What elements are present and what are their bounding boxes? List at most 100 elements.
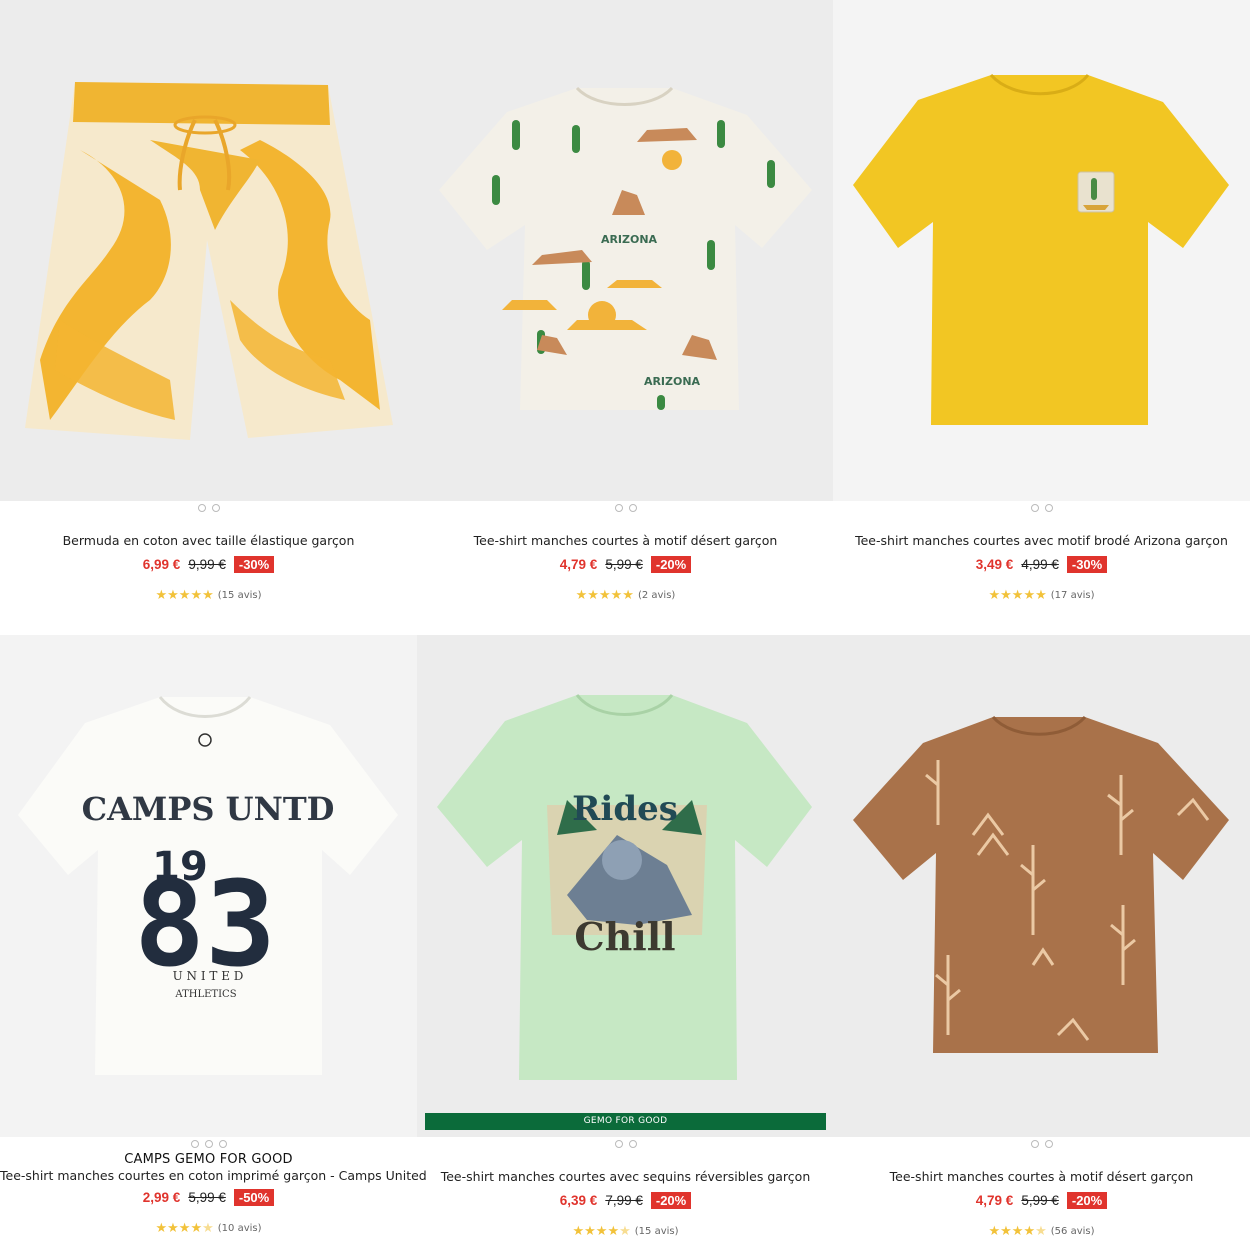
product-title[interactable]: Bermuda en coton avec taille élastique g… xyxy=(0,533,417,548)
rating[interactable]: ★★★★★ (10 avis) xyxy=(0,1221,417,1236)
star-rating-icon: ★★★★★ xyxy=(988,1224,1047,1239)
rating[interactable]: ★★★★★ (56 avis) xyxy=(833,1224,1250,1239)
product-title[interactable]: Tee-shirt manches courtes à motif désert… xyxy=(833,1169,1250,1184)
product-image[interactable] xyxy=(0,0,417,501)
star-rating-icon: ★★★★★ xyxy=(155,1221,214,1236)
carousel-dot[interactable] xyxy=(1030,504,1039,512)
product-card[interactable]: Tee-shirt manches courtes à motif désert… xyxy=(833,635,1250,1239)
price-row: 3,49 € 4,99 € -30% xyxy=(833,554,1250,574)
product-card[interactable]: Tee-shirt manches courtes avec motif bro… xyxy=(833,0,1250,635)
old-price: 7,99 € xyxy=(605,1192,643,1208)
current-price: 6,99 € xyxy=(142,556,181,572)
review-count: (17 avis) xyxy=(1050,590,1095,601)
carousel-dots[interactable] xyxy=(833,1140,1250,1148)
product-card[interactable]: Bermuda en coton avec taille élastique g… xyxy=(0,0,417,635)
carousel-dot[interactable] xyxy=(218,1140,227,1148)
carousel-dot[interactable] xyxy=(1030,1140,1039,1148)
price-row: 4,79 € 5,99 € -20% xyxy=(417,554,834,574)
carousel-dot[interactable] xyxy=(197,504,206,512)
price-row: 6,99 € 9,99 € -30% xyxy=(0,554,417,574)
rating[interactable]: ★★★★★ (15 avis) xyxy=(417,1224,834,1239)
product-brand: CAMPS GEMO FOR GOOD xyxy=(124,1152,293,1167)
product-image[interactable] xyxy=(833,0,1250,501)
old-price: 5,99 € xyxy=(605,556,643,572)
product-info: Tee-shirt manches courtes avec motif bro… xyxy=(833,533,1250,603)
carousel-dot[interactable] xyxy=(628,504,637,512)
current-price: 6,39 € xyxy=(559,1192,598,1208)
carousel-dot[interactable] xyxy=(211,504,220,512)
product-card[interactable]: CAMPS UNTD 19 83 U N I T E D ATHLETICS C… xyxy=(0,635,427,1239)
carousel-dot[interactable] xyxy=(190,1140,199,1148)
old-price: 9,99 € xyxy=(188,556,226,572)
discount-badge: -30% xyxy=(1066,555,1108,573)
carousel-dots[interactable] xyxy=(0,1140,417,1148)
discount-badge: -20% xyxy=(650,555,692,573)
carousel-dots[interactable] xyxy=(417,1140,834,1148)
current-price: 4,79 € xyxy=(559,556,598,572)
product-title[interactable]: Tee-shirt manches courtes en coton impri… xyxy=(0,1168,427,1183)
tshirt-illustration: CAMPS UNTD 19 83 U N I T E D ATHLETICS xyxy=(18,696,398,1075)
product-image[interactable]: CAMPS UNTD 19 83 U N I T E D ATHLETICS xyxy=(0,635,417,1137)
product-info: Tee-shirt manches courtes à motif désert… xyxy=(833,1169,1250,1239)
star-rating-icon: ★★★★★ xyxy=(575,588,634,603)
review-count: (2 avis) xyxy=(637,590,676,601)
discount-badge: -30% xyxy=(233,555,275,573)
star-rating-icon: ★★★★★ xyxy=(155,588,214,603)
tshirt-illustration xyxy=(853,73,1229,425)
print-text: Rides xyxy=(572,789,678,829)
shorts-illustration xyxy=(25,82,393,440)
print-text: CAMPS UNTD xyxy=(82,790,335,828)
tshirt-illustration: ARIZONA ARIZONA xyxy=(439,86,812,410)
carousel-dots[interactable] xyxy=(417,504,834,512)
print-text: ATHLETICS xyxy=(174,989,236,1000)
review-count: (15 avis) xyxy=(634,1226,679,1237)
price-row: 4,79 € 5,99 € -20% xyxy=(833,1190,1250,1210)
product-title[interactable]: Tee-shirt manches courtes à motif désert… xyxy=(417,533,834,548)
carousel-dot[interactable] xyxy=(628,1140,637,1148)
rating[interactable]: ★★★★★ (15 avis) xyxy=(0,588,417,603)
tshirt-illustration: Rides Chill xyxy=(437,694,812,1080)
rating[interactable]: ★★★★★ (2 avis) xyxy=(417,588,834,603)
carousel-dots[interactable] xyxy=(0,504,417,512)
product-info: CAMPS GEMO FOR GOOD Tee-shirt manches co… xyxy=(0,1152,427,1236)
review-count: (15 avis) xyxy=(217,590,262,601)
product-image[interactable]: Rides Chill GEMO FOR GOOD xyxy=(417,635,834,1137)
discount-badge: -20% xyxy=(650,1191,692,1209)
review-count: (56 avis) xyxy=(1050,1226,1095,1237)
carousel-dot[interactable] xyxy=(614,1140,623,1148)
print-text: U N I T E D xyxy=(173,969,244,983)
carousel-dot[interactable] xyxy=(614,504,623,512)
current-price: 2,99 € xyxy=(142,1189,181,1205)
product-info: Tee-shirt manches courtes à motif désert… xyxy=(417,533,834,603)
old-price: 5,99 € xyxy=(1021,1192,1059,1208)
product-title[interactable]: Tee-shirt manches courtes avec sequins r… xyxy=(417,1169,834,1184)
product-card[interactable]: ARIZONA ARIZONA Tee-shirt manches courte… xyxy=(417,0,834,635)
old-price: 5,99 € xyxy=(188,1189,226,1205)
product-title[interactable]: Tee-shirt manches courtes avec motif bro… xyxy=(833,533,1250,548)
product-info: Tee-shirt manches courtes avec sequins r… xyxy=(417,1169,834,1239)
print-text: ARIZONA xyxy=(601,233,658,246)
current-price: 4,79 € xyxy=(975,1192,1014,1208)
price-row: 6,39 € 7,99 € -20% xyxy=(417,1190,834,1210)
gemo-for-good-banner: GEMO FOR GOOD xyxy=(425,1113,826,1130)
carousel-dot[interactable] xyxy=(1044,504,1053,512)
tshirt-illustration xyxy=(853,715,1229,1053)
star-rating-icon: ★★★★★ xyxy=(988,588,1047,603)
product-card[interactable]: Rides Chill GEMO FOR GOOD Tee-shirt manc… xyxy=(417,635,834,1239)
product-grid: Bermuda en coton avec taille élastique g… xyxy=(0,0,1250,1239)
current-price: 3,49 € xyxy=(975,556,1014,572)
product-image[interactable] xyxy=(833,635,1250,1137)
product-image[interactable]: ARIZONA ARIZONA xyxy=(417,0,834,501)
review-count: (10 avis) xyxy=(217,1223,262,1234)
discount-badge: -50% xyxy=(233,1188,275,1206)
star-rating-icon: ★★★★★ xyxy=(572,1224,631,1239)
print-text: Chill xyxy=(574,914,675,959)
old-price: 4,99 € xyxy=(1021,556,1059,572)
rating[interactable]: ★★★★★ (17 avis) xyxy=(833,588,1250,603)
price-row: 2,99 € 5,99 € -50% xyxy=(0,1187,417,1207)
carousel-dot[interactable] xyxy=(1044,1140,1053,1148)
discount-badge: -20% xyxy=(1066,1191,1108,1209)
carousel-dot[interactable] xyxy=(204,1140,213,1148)
carousel-dots[interactable] xyxy=(833,504,1250,512)
print-text: ARIZONA xyxy=(644,375,701,388)
